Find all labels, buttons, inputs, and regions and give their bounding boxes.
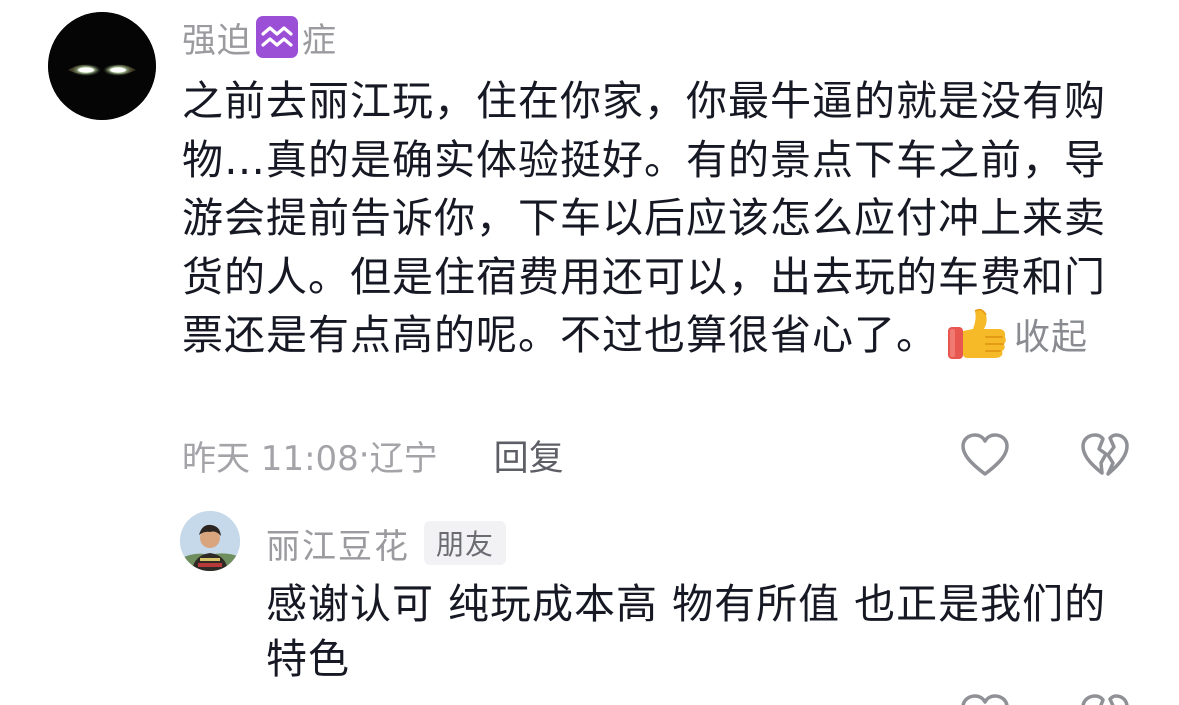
reply-avatar-image [180, 511, 240, 571]
reply-button[interactable]: 回复 [494, 430, 564, 481]
comment-body: 之前去丽江玩，住在你家，你最牛逼的就是没有购物…真的是确实体验挺好。有的景点下车… [182, 72, 1142, 368]
aquarius-icon [256, 16, 298, 58]
comment-timestamp: 昨天 11:08 [182, 438, 359, 479]
username-prefix: 强迫 [182, 20, 252, 61]
comment-meta: 昨天 11:08 · 辽宁 回复 [182, 430, 564, 480]
avatar[interactable] [48, 12, 156, 120]
friend-badge: 朋友 [424, 521, 507, 565]
reply-username-row: 丽江豆花 朋友 [266, 519, 507, 568]
broken-heart-icon[interactable] [1080, 432, 1130, 478]
comment-location: 辽宁 [369, 438, 438, 479]
reply-avatar[interactable] [180, 511, 240, 571]
heart-icon[interactable] [960, 432, 1010, 478]
meta-separator: · [358, 435, 370, 475]
reply-username[interactable]: 丽江豆花 [266, 519, 410, 568]
username-suffix: 症 [302, 20, 337, 61]
avatar-image [48, 12, 156, 120]
comment-username[interactable]: 强迫 症 [182, 14, 337, 61]
collapse-link[interactable]: 收起 [1014, 317, 1088, 358]
reply-body: 感谢认可 纯玩成本高 物有所值 也正是我们的特色 [266, 580, 1107, 683]
heart-icon[interactable] [960, 693, 1010, 705]
thumbs-up-icon [946, 307, 1008, 361]
broken-heart-icon[interactable] [1080, 693, 1130, 705]
